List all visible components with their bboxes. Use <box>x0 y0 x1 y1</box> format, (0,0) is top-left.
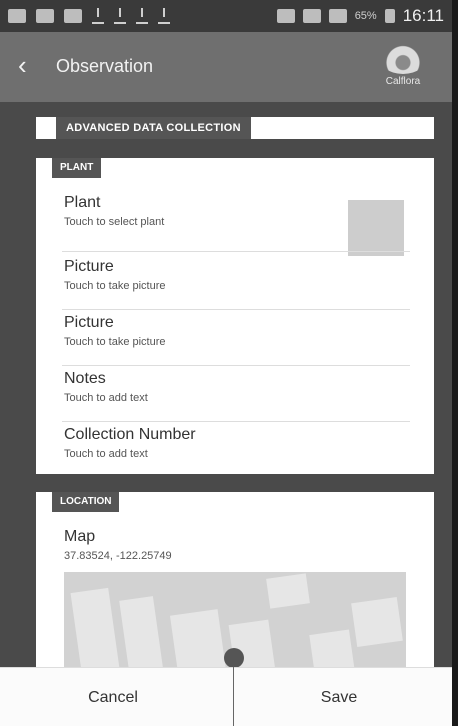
row-title: Picture <box>64 314 114 331</box>
plant-card: PLANT Plant Touch to select plant Pictur… <box>36 158 434 474</box>
download-icon <box>158 8 170 24</box>
download-icon <box>114 8 126 24</box>
divider <box>62 251 410 252</box>
cancel-button[interactable]: Cancel <box>0 668 226 726</box>
download-icon <box>92 8 104 24</box>
advanced-data-collection-header: ADVANCED DATA COLLECTION <box>36 117 434 139</box>
app-notification-icon <box>36 9 54 23</box>
notification-icons <box>8 8 170 24</box>
row-title: Collection Number <box>64 426 196 443</box>
logo-text: Calflora <box>385 76 421 87</box>
bottom-action-bar: Cancel Save <box>0 667 452 726</box>
battery-percent: 65% <box>354 10 377 22</box>
header-label: ADVANCED DATA COLLECTION <box>56 117 251 139</box>
notes-row[interactable]: Notes Touch to add text <box>36 366 434 422</box>
picture-row-2[interactable]: Picture Touch to take picture <box>36 310 434 366</box>
phone-screen: 65% 16:11 ‹ Observation Calflora ADVANCE… <box>0 0 458 726</box>
save-button[interactable]: Save <box>226 668 452 726</box>
row-title: Picture <box>64 258 114 275</box>
download-icon <box>136 8 148 24</box>
map-building <box>351 597 403 647</box>
row-title: Plant <box>64 194 101 211</box>
map-building <box>119 596 167 667</box>
battery-icon <box>384 9 395 23</box>
page-title: Observation <box>56 56 154 76</box>
plant-select-row[interactable]: Plant Touch to select plant <box>36 190 434 256</box>
flower-icon <box>377 36 429 74</box>
clock: 16:11 <box>402 6 444 25</box>
nfc-icon <box>276 9 295 23</box>
plant-thumbnail[interactable] <box>348 200 404 256</box>
collection-number-row[interactable]: Collection Number Touch to add text <box>36 422 434 478</box>
map-building <box>309 629 359 667</box>
row-subtitle: Touch to take picture <box>64 336 166 348</box>
chevron-left-icon[interactable]: ‹ <box>18 52 27 78</box>
form-content: ADVANCED DATA COLLECTION PLANT Plant Tou… <box>0 102 452 667</box>
location-section-tag: LOCATION <box>52 492 120 512</box>
picture-row-1[interactable]: Picture Touch to take picture <box>36 254 434 310</box>
status-bar: 65% 16:11 <box>0 0 452 32</box>
map-coordinates: 37.83524, -122.25749 <box>64 550 172 562</box>
location-card: LOCATION Map 37.83524, -122.25749 <box>36 492 434 667</box>
wifi-icon <box>302 9 321 23</box>
system-icons: 65% 16:11 <box>276 6 444 26</box>
map-building <box>266 573 310 609</box>
signal-icon <box>328 9 347 23</box>
row-subtitle: Touch to select plant <box>64 216 165 228</box>
row-title: Notes <box>64 370 106 387</box>
app-bar: ‹ Observation Calflora <box>0 32 452 102</box>
calflora-logo: Calflora <box>368 36 438 94</box>
map-title: Map <box>64 528 96 545</box>
map-pin-line <box>233 667 234 726</box>
message-icon <box>8 9 26 23</box>
map-pin-icon <box>224 648 244 668</box>
row-subtitle: Touch to add text <box>64 392 148 404</box>
app-notification-icon <box>64 9 82 23</box>
map-building <box>169 609 231 667</box>
row-subtitle: Touch to take picture <box>64 280 166 292</box>
map-building <box>70 587 124 667</box>
row-subtitle: Touch to add text <box>64 448 148 460</box>
plant-section-tag: PLANT <box>52 158 102 178</box>
